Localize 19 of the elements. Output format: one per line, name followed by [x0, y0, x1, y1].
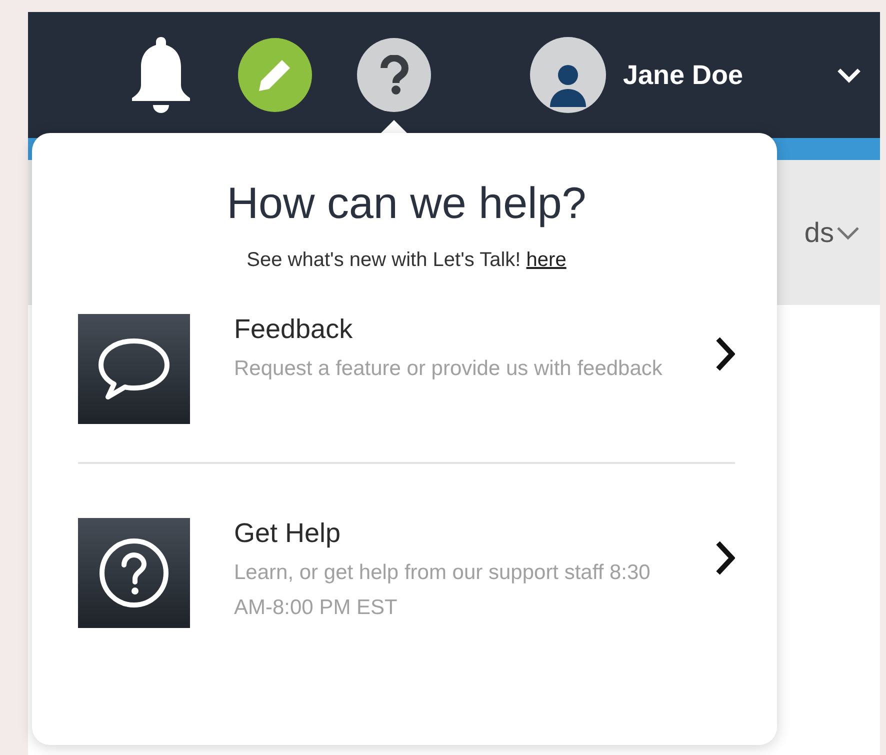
option-tile[interactable] [78, 314, 190, 424]
tab-label[interactable]: ds [804, 216, 834, 248]
speech-bubble-icon [96, 337, 172, 401]
option-description: Learn, or get help from our support staff 8:30 AM-8:00 PM EST [234, 560, 652, 621]
user-name[interactable]: Jane Doe [623, 60, 744, 90]
chevron-right-icon[interactable] [715, 336, 735, 372]
option-title[interactable]: Get Help [234, 518, 674, 549]
option-title[interactable]: Feedback [234, 314, 674, 345]
whats-new-text: See what's new with Let's Talk! here [246, 249, 568, 272]
option-description: Request a feature or provide us with feedback [234, 356, 664, 382]
option-tile[interactable] [78, 518, 190, 628]
here-link[interactable]: here [526, 249, 566, 271]
question-circle-icon [98, 537, 170, 609]
popover-title: How can we help? [226, 179, 588, 229]
bell-icon[interactable] [130, 35, 192, 115]
chevron-down-icon[interactable] [836, 67, 862, 83]
chevron-right-icon[interactable] [715, 540, 735, 576]
question-mark-icon [379, 55, 409, 95]
chevron-down-icon [836, 226, 860, 240]
